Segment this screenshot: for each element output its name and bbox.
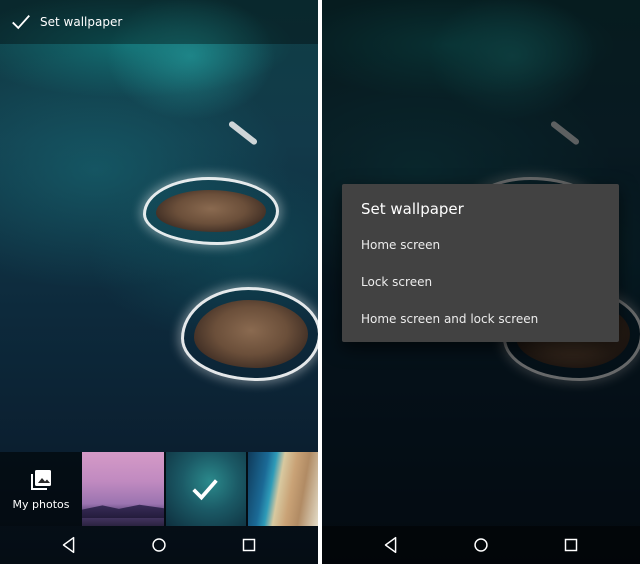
action-bar: Set wallpaper xyxy=(0,0,318,44)
my-photos-label: My photos xyxy=(12,497,70,511)
recents-icon[interactable] xyxy=(238,534,260,556)
wallpaper-preview-left: Set wallpaper My photos xyxy=(0,0,318,564)
back-icon[interactable] xyxy=(380,534,402,556)
check-icon[interactable] xyxy=(10,11,32,33)
option-lock-screen[interactable]: Lock screen xyxy=(342,263,619,300)
navigation-bar xyxy=(322,526,640,564)
option-home-and-lock-screen[interactable]: Home screen and lock screen xyxy=(342,300,619,337)
home-icon[interactable] xyxy=(148,534,170,556)
set-wallpaper-label[interactable]: Set wallpaper xyxy=(40,15,122,29)
island xyxy=(152,186,270,236)
option-home-screen[interactable]: Home screen xyxy=(342,226,619,263)
home-icon[interactable] xyxy=(470,534,492,556)
island xyxy=(190,296,312,372)
navigation-bar xyxy=(0,526,318,564)
back-icon[interactable] xyxy=(58,534,80,556)
recents-icon[interactable] xyxy=(560,534,582,556)
wallpaper-thumbnail[interactable] xyxy=(82,452,164,526)
wallpaper-picker: My photos xyxy=(0,452,318,526)
photo-library-icon xyxy=(31,469,51,490)
my-photos-button[interactable]: My photos xyxy=(0,452,82,526)
set-wallpaper-dialog: Set wallpaper Home screen Lock screen Ho… xyxy=(342,184,619,342)
wallpaper-preview-right: Set wallpaper Home screen Lock screen Ho… xyxy=(322,0,640,564)
wallpaper-thumbnail[interactable] xyxy=(248,452,318,526)
wave-streak xyxy=(227,120,259,146)
wallpaper-thumbnail-selected[interactable] xyxy=(166,452,246,526)
selected-check-icon xyxy=(192,479,218,501)
dialog-title: Set wallpaper xyxy=(361,200,464,218)
